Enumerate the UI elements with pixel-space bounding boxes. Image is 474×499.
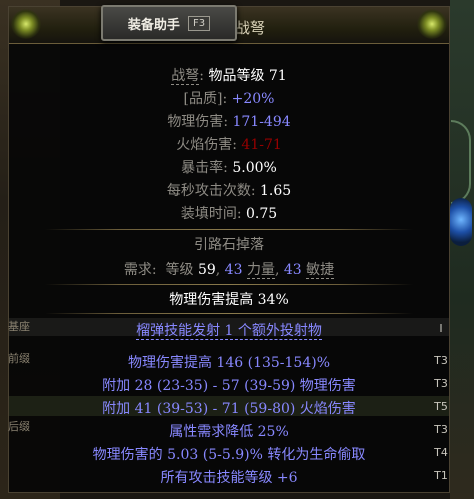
corner-ornament-icon <box>11 9 41 39</box>
modifier-tier: T5 <box>434 400 448 413</box>
modifier-tier: I <box>439 322 443 335</box>
property-reload-time: 装填时间: 0.75 <box>180 206 278 222</box>
equipment-helper-button[interactable]: 装备助手 F3 <box>101 5 237 41</box>
modifier-line[interactable]: 物理伤害的 5.03 (5-5.9)% 转化为生命偷取 <box>9 444 449 464</box>
modifier-tier: T3 <box>434 377 448 390</box>
modifier-line[interactable]: 附加 28 (23-35) - 57 (39-59) 物理伤害 <box>9 375 449 395</box>
separator <box>45 284 413 285</box>
modifier-tier: T4 <box>434 446 448 459</box>
modifier-line[interactable]: 属性需求降低 25% <box>9 421 449 441</box>
side-label-suffix: 后缀 <box>8 420 30 433</box>
helper-label: 装备助手 <box>127 17 180 33</box>
modifier-tier: T1 <box>434 469 448 482</box>
side-label-base: 基座 <box>8 320 30 333</box>
modifier-line[interactable]: 所有攻击技能等级 +6 <box>9 467 449 487</box>
item-tooltip: 战弩 装备助手 F3 战弩: 物品等级 71 [品质]: +20% 物理伤害: … <box>8 5 450 493</box>
separator <box>45 313 413 314</box>
property-fire-damage: 火焰伤害: 41-71 <box>176 137 282 153</box>
modifier-line[interactable]: 榴弹技能发射 1 个额外投射物 <box>9 320 449 340</box>
modifier-tier: T3 <box>434 423 448 436</box>
group-title: 引路石掉落 <box>194 237 264 253</box>
property-item-class: 战弩: 物品等级 71 <box>171 68 287 85</box>
property-attack-speed: 每秒攻击次数: 1.65 <box>166 183 292 199</box>
item-name: 战弩 <box>235 19 266 37</box>
modifier-line[interactable]: 附加 41 (39-53) - 71 (59-80) 火焰伤害 <box>9 398 449 418</box>
bow-icon <box>451 120 471 204</box>
corner-ornament-icon <box>417 9 447 39</box>
requirements-line: 需求: 等级 59, 43 力量, 43 敏捷 <box>123 262 335 279</box>
property-crit-chance: 暴击率: 5.00% <box>181 160 277 176</box>
hotkey-badge: F3 <box>187 15 211 31</box>
modifier-line[interactable]: 物理伤害提高 146 (135-154)% <box>9 352 449 372</box>
implicit-modifier: 物理伤害提高 34% <box>169 292 289 308</box>
separator <box>45 229 413 230</box>
gem-icon <box>450 198 472 246</box>
background-right <box>450 0 474 499</box>
side-label-prefix: 前缀 <box>8 352 30 365</box>
modifier-tier: T3 <box>434 354 448 367</box>
property-quality: [品质]: +20% <box>183 91 275 107</box>
game-screen: 战弩 装备助手 F3 战弩: 物品等级 71 [品质]: +20% 物理伤害: … <box>0 0 474 499</box>
property-physical-damage: 物理伤害: 171-494 <box>167 114 291 130</box>
